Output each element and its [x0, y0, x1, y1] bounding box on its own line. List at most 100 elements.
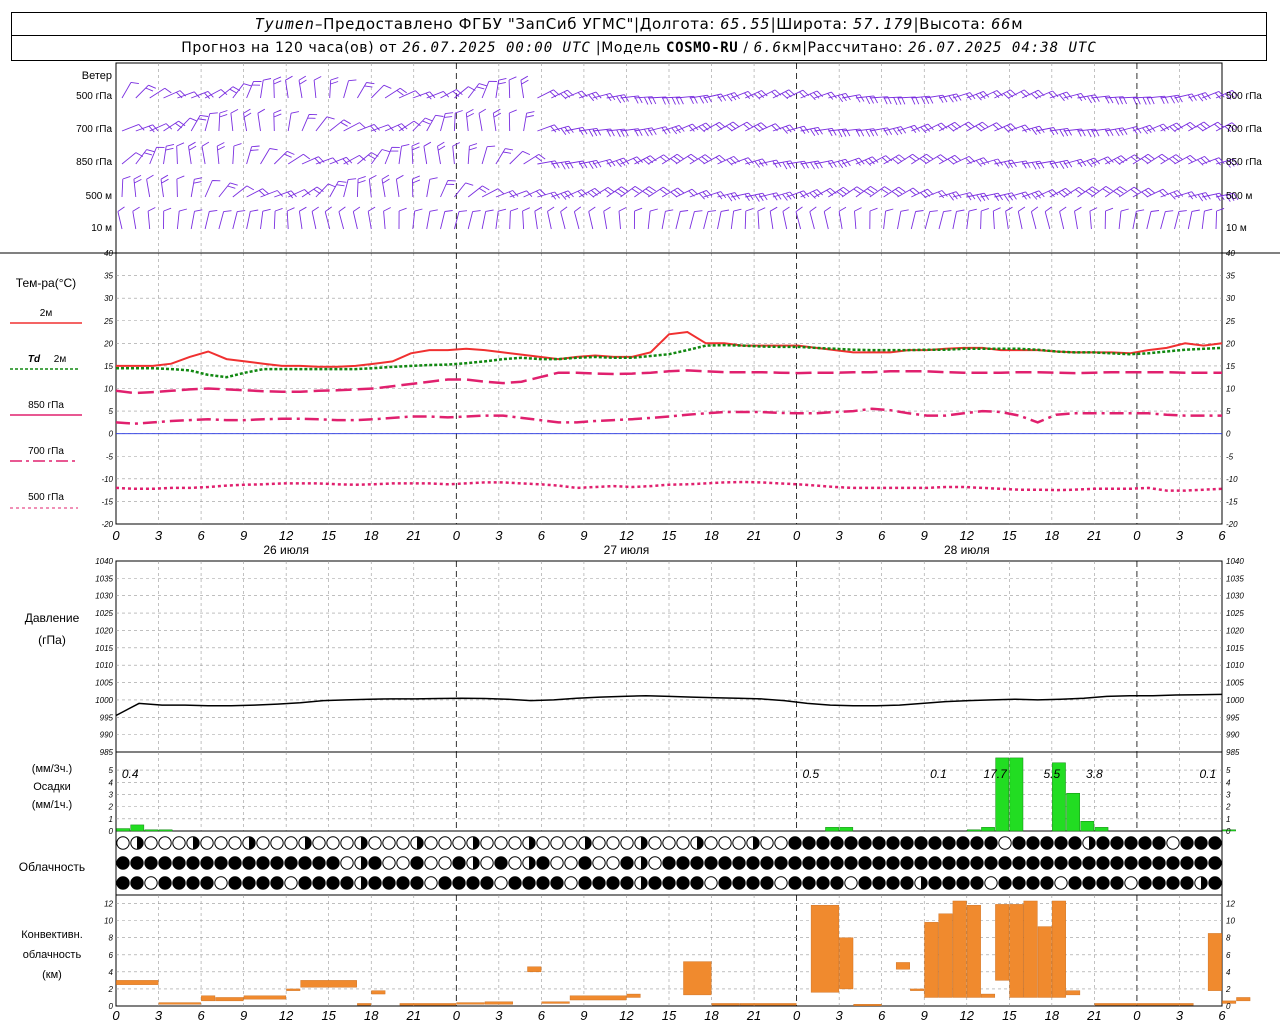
wind-barb [177, 117, 198, 132]
wind-barb [675, 188, 699, 198]
wind-barb [257, 108, 266, 132]
cloud-symbol [648, 836, 662, 850]
cloud-symbol [424, 876, 438, 890]
ytick-right-conv: 10 [1226, 917, 1235, 926]
cloud-symbol [648, 876, 662, 890]
cloud-symbol [816, 836, 830, 850]
cloud-symbol [774, 836, 788, 850]
wind-barb [163, 143, 175, 165]
ytick-press: 990 [100, 731, 114, 740]
cloud-symbol [270, 836, 284, 850]
cloud-symbol [522, 876, 536, 890]
wind-barb [412, 117, 433, 132]
cloud-symbol [228, 836, 242, 850]
wind-barb [731, 192, 754, 201]
cloud-symbol [186, 876, 200, 890]
cloud-symbol [494, 836, 508, 850]
wind-barb [966, 192, 990, 202]
ytick-right-temp: 30 [1226, 294, 1235, 303]
conv-cloud-layer [1037, 926, 1052, 998]
ytick-press: 1025 [95, 609, 113, 618]
cloud-symbol [410, 876, 424, 890]
cloud-symbol [200, 856, 214, 870]
wind-barb [1146, 210, 1160, 230]
conv-cloud-layer [739, 1003, 797, 1006]
wind-barb [478, 108, 487, 132]
cloud-symbol [872, 876, 886, 890]
wind-barb [343, 79, 357, 99]
ytick-press: 1005 [95, 679, 113, 688]
wind-barb [980, 207, 989, 230]
wind-barb [177, 91, 200, 99]
wind-barb [1132, 187, 1156, 198]
cloud-symbol [228, 876, 242, 890]
cloud-symbol [396, 836, 410, 850]
wind-barb [769, 206, 778, 230]
cloud-symbol [830, 876, 844, 890]
day-label: 28 июля [944, 543, 990, 557]
wind-barb [146, 174, 154, 198]
cloud-symbol [746, 856, 760, 870]
cloud-symbol [984, 836, 998, 850]
cloud-symbol [550, 856, 564, 870]
ytick-press: 1040 [95, 557, 113, 566]
cloud-symbol [704, 876, 718, 890]
cloud-symbol [256, 836, 270, 850]
xtick-bottom: 12 [960, 1008, 975, 1023]
ytick-press: 1035 [95, 574, 113, 583]
wind-barb [190, 209, 203, 230]
wind-barb [298, 75, 307, 99]
conv-title-b: облачность [23, 949, 82, 961]
cloud-symbol [928, 856, 942, 870]
cloud-symbol [984, 856, 998, 870]
cloud-symbol [144, 856, 158, 870]
wind-barb [287, 153, 311, 165]
ytick-temp: 10 [104, 385, 113, 394]
cloud-symbol [900, 856, 914, 870]
wind-barb [717, 209, 730, 230]
cloud-symbol [1152, 836, 1166, 850]
wind-barb [1174, 155, 1197, 165]
ytick-right-press: 1025 [1226, 609, 1244, 618]
xtick-bottom: 3 [155, 1008, 163, 1023]
cloud-symbol [172, 836, 186, 850]
cloud-symbol [368, 836, 382, 850]
wind-barb [675, 210, 689, 230]
wind-barb [273, 76, 282, 99]
pressure-title: Давление [25, 611, 80, 625]
wind-barb [398, 143, 410, 165]
wind-barb [730, 208, 742, 230]
cloud-symbol [200, 836, 214, 850]
wind-barb [495, 77, 507, 99]
conv-cloud-layer [626, 993, 641, 998]
ytick-right-precip: 3 [1226, 790, 1231, 799]
cloud-symbol [368, 876, 382, 890]
cloud-symbol [186, 856, 200, 870]
cloud-symbol [620, 856, 634, 870]
ytick-right-press: 1030 [1226, 592, 1244, 601]
wind-barb [315, 157, 339, 165]
cloud-symbol [1040, 856, 1054, 870]
wind-barb [1044, 206, 1052, 230]
conv-cloud-layer [839, 937, 854, 990]
ytick-right-precip: 5 [1226, 766, 1231, 775]
xtick-temp: 3 [836, 528, 844, 543]
cloud-symbol [480, 876, 494, 890]
wind-barb [246, 188, 269, 198]
wind-barb [301, 113, 318, 132]
wind-barb [311, 206, 319, 230]
cloud-symbol [480, 836, 494, 850]
precip-total-label: 0.1 [1199, 767, 1216, 781]
precip-bar [967, 829, 981, 832]
precip-unit-3h: (мм/3ч.) [32, 763, 72, 775]
wind-barb [370, 149, 390, 165]
xtick-bottom: 9 [240, 1008, 247, 1023]
ytick-right-conv: 0 [1226, 1002, 1231, 1011]
wind-barb [618, 207, 627, 230]
wind-barb [551, 125, 574, 135]
ytick-right-press: 985 [1226, 748, 1240, 757]
wind-barb [1215, 207, 1225, 230]
wind-barb [620, 156, 644, 165]
wind-barb [481, 145, 496, 165]
ytick-right-temp: -10 [1226, 475, 1238, 484]
